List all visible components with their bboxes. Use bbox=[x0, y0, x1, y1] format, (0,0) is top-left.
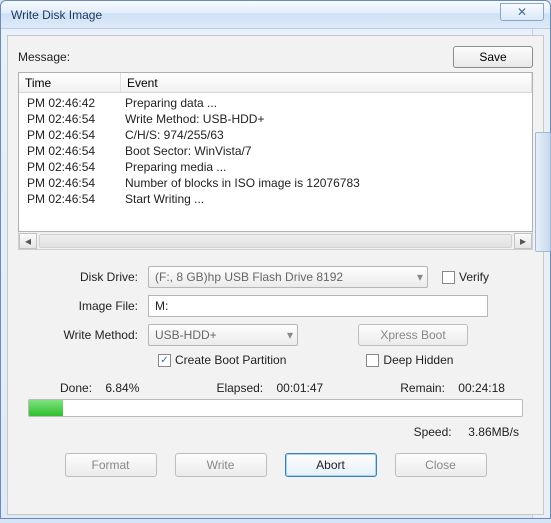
log-time: PM 02:46:54 bbox=[19, 112, 121, 126]
write-method-dropdown[interactable]: USB-HDD+ ▾ bbox=[148, 324, 298, 346]
remain-value: 00:24:18 bbox=[458, 381, 505, 395]
write-method-value: USB-HDD+ bbox=[155, 328, 217, 342]
format-button[interactable]: Format bbox=[65, 453, 157, 477]
log-event: Start Writing ... bbox=[121, 192, 532, 206]
checkbox-checked-icon: ✓ bbox=[158, 354, 171, 367]
button-row: Format Write Abort Close bbox=[18, 453, 533, 477]
scroll-track[interactable] bbox=[39, 234, 512, 248]
speed-row: Speed: 3.86MB/s bbox=[18, 425, 519, 439]
deep-hidden-checkbox[interactable]: Deep Hidden bbox=[366, 353, 453, 367]
remain-label: Remain: bbox=[400, 381, 445, 395]
log-time: PM 02:46:54 bbox=[19, 128, 121, 142]
client-area: Message: Save Time Event PM 02:46:42Prep… bbox=[7, 35, 544, 515]
done-value: 6.84% bbox=[105, 381, 139, 395]
dialog-window: Write Disk Image ✕ Message: Save Time Ev… bbox=[0, 0, 551, 519]
vertical-scrollbar[interactable] bbox=[535, 92, 551, 307]
checkbox-icon bbox=[366, 354, 379, 367]
close-icon: ✕ bbox=[517, 5, 527, 19]
verify-checkbox[interactable]: Verify bbox=[442, 270, 489, 284]
log-row[interactable]: PM 02:46:54C/H/S: 974/255/63 bbox=[19, 127, 532, 143]
elapsed-value: 00:01:47 bbox=[276, 381, 323, 395]
log-time: PM 02:46:54 bbox=[19, 192, 121, 206]
scrollbar-thumb[interactable] bbox=[535, 132, 551, 252]
log-time: PM 02:46:54 bbox=[19, 176, 121, 190]
write-button[interactable]: Write bbox=[175, 453, 267, 477]
log-time: PM 02:46:42 bbox=[19, 96, 121, 110]
checkbox-icon bbox=[442, 271, 455, 284]
stats-row: Done: 6.84% Elapsed: 00:01:47 Remain: 00… bbox=[60, 381, 505, 395]
xpress-boot-button[interactable]: Xpress Boot bbox=[358, 324, 468, 346]
log-event: Boot Sector: WinVista/7 bbox=[121, 144, 532, 158]
progress-fill bbox=[29, 400, 63, 416]
log-time: PM 02:46:54 bbox=[19, 144, 121, 158]
image-file-field[interactable]: M: bbox=[148, 295, 488, 317]
horizontal-scrollbar[interactable]: ◂ ▸ bbox=[18, 232, 533, 250]
save-button[interactable]: Save bbox=[453, 46, 533, 68]
window-title: Write Disk Image bbox=[11, 8, 102, 22]
log-time: PM 02:46:54 bbox=[19, 160, 121, 174]
done-label: Done: bbox=[60, 381, 92, 395]
chevron-down-icon: ▾ bbox=[417, 270, 423, 284]
disk-drive-label: Disk Drive: bbox=[18, 270, 148, 284]
titlebar[interactable]: Write Disk Image ✕ bbox=[1, 1, 550, 29]
column-event[interactable]: Event bbox=[121, 73, 532, 92]
message-label: Message: bbox=[18, 50, 70, 64]
scroll-left-arrow[interactable]: ◂ bbox=[19, 233, 37, 249]
chevron-down-icon: ▾ bbox=[287, 328, 293, 342]
log-event: Preparing media ... bbox=[121, 160, 532, 174]
create-boot-partition-checkbox[interactable]: ✓ Create Boot Partition bbox=[158, 353, 286, 367]
scroll-right-arrow[interactable]: ▸ bbox=[514, 233, 532, 249]
log-event: C/H/S: 974/255/63 bbox=[121, 128, 532, 142]
close-button[interactable]: Close bbox=[395, 453, 487, 477]
log-row[interactable]: PM 02:46:54Write Method: USB-HDD+ bbox=[19, 111, 532, 127]
log-header[interactable]: Time Event bbox=[19, 73, 532, 93]
column-time[interactable]: Time bbox=[19, 73, 121, 92]
disk-drive-dropdown[interactable]: (F:, 8 GB)hp USB Flash Drive 8192 ▾ bbox=[148, 266, 428, 288]
log-event: Write Method: USB-HDD+ bbox=[121, 112, 532, 126]
speed-value: 3.86MB/s bbox=[468, 425, 519, 439]
log-listview[interactable]: Time Event PM 02:46:42Preparing data ...… bbox=[18, 72, 533, 232]
progress-bar bbox=[28, 399, 523, 417]
write-method-label: Write Method: bbox=[18, 328, 148, 342]
disk-drive-value: (F:, 8 GB)hp USB Flash Drive 8192 bbox=[155, 270, 343, 284]
log-event: Number of blocks in ISO image is 1207678… bbox=[121, 176, 532, 190]
log-row[interactable]: PM 02:46:54Start Writing ... bbox=[19, 191, 532, 207]
image-file-label: Image File: bbox=[18, 299, 148, 313]
window-close-button[interactable]: ✕ bbox=[500, 3, 544, 21]
elapsed-label: Elapsed: bbox=[216, 381, 263, 395]
log-row[interactable]: PM 02:46:42Preparing data ... bbox=[19, 95, 532, 111]
log-row[interactable]: PM 02:46:54Boot Sector: WinVista/7 bbox=[19, 143, 532, 159]
log-event: Preparing data ... bbox=[121, 96, 532, 110]
log-row[interactable]: PM 02:46:54Number of blocks in ISO image… bbox=[19, 175, 532, 191]
image-file-value: M: bbox=[155, 299, 168, 313]
abort-button[interactable]: Abort bbox=[285, 453, 377, 477]
speed-label: Speed: bbox=[414, 425, 452, 439]
log-row[interactable]: PM 02:46:54Preparing media ... bbox=[19, 159, 532, 175]
